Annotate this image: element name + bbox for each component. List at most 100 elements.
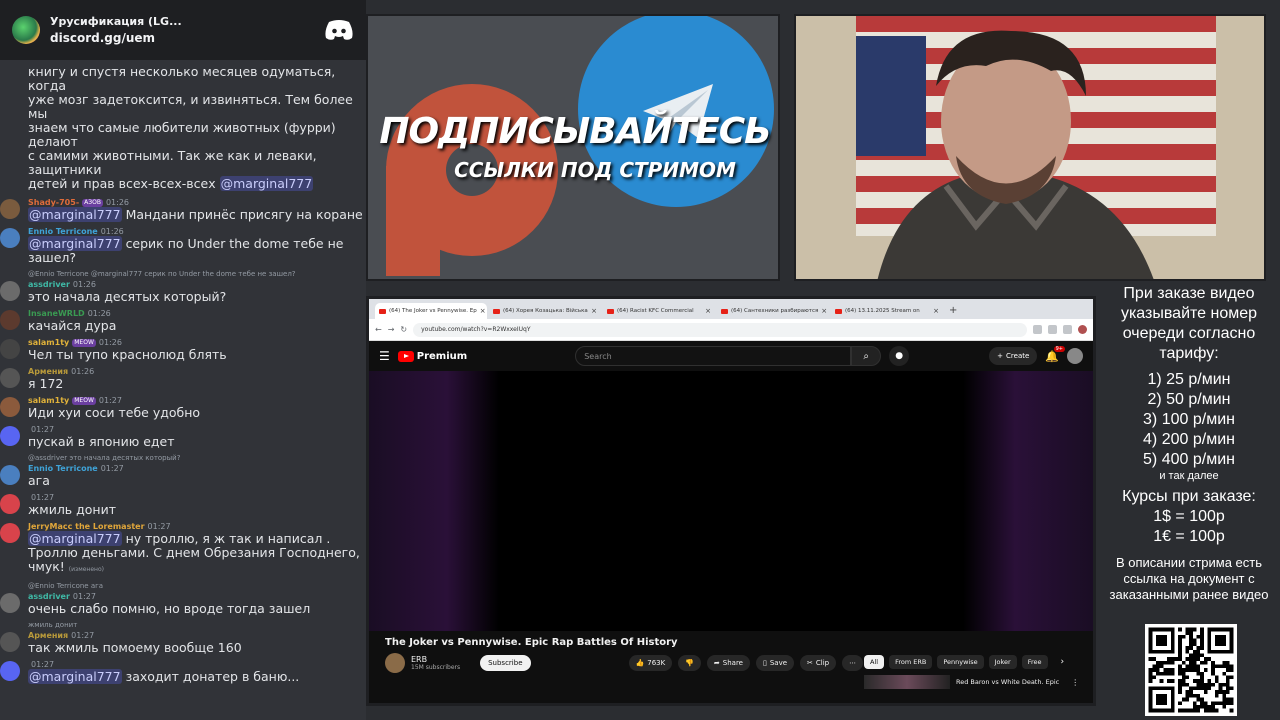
tab-kfc[interactable]: (64) Racist KFC Commercial × <box>603 303 715 319</box>
message-text: жмиль донит <box>28 502 117 517</box>
chip-all[interactable]: All <box>864 655 885 669</box>
dislike-button[interactable]: 👎 <box>678 655 701 671</box>
message-text: заходит донатер в баню... <box>125 669 300 684</box>
webcam-feed <box>794 14 1266 281</box>
banner-subline: ССЫЛКИ ПОД СТРИМОМ <box>454 158 736 182</box>
user-mention[interactable]: @marginal777 <box>28 531 122 546</box>
close-tab-icon[interactable]: × <box>480 307 486 315</box>
reply-mention[interactable]: @marginal777 <box>91 270 142 278</box>
back-icon[interactable]: ← <box>375 325 382 334</box>
user-mention[interactable]: @marginal777 <box>219 176 314 191</box>
hamburger-menu-icon[interactable]: ☰ <box>379 349 390 363</box>
channel-avatar[interactable] <box>385 653 405 673</box>
profile-icon[interactable] <box>1078 325 1087 334</box>
user-avatar[interactable] <box>0 281 20 301</box>
more-actions-icon[interactable]: ⋯ <box>842 655 864 671</box>
user-mention[interactable]: @marginal777 <box>28 236 122 251</box>
tab-horeia[interactable]: (64) Хорея Козацька: Війська × <box>489 303 601 319</box>
clip-button[interactable]: ✂ Clip <box>800 655 837 671</box>
user-avatar[interactable] <box>0 523 20 543</box>
user-avatar[interactable] <box>0 632 20 652</box>
chevron-right-icon[interactable]: › <box>1061 657 1065 667</box>
more-options-icon[interactable]: ⋮ <box>1071 678 1079 687</box>
user-avatar[interactable] <box>0 426 20 446</box>
account-avatar[interactable] <box>1067 348 1083 364</box>
video-player[interactable] <box>369 371 1093 631</box>
user-avatar[interactable] <box>0 368 20 388</box>
user-mention[interactable]: @marginal777 <box>28 207 122 222</box>
user-avatar[interactable] <box>0 339 20 359</box>
chip-pennywise[interactable]: Pennywise <box>937 655 984 669</box>
user-avatar[interactable] <box>0 310 20 330</box>
chat-message: @assdriver это начала десятых который? En… <box>0 453 366 488</box>
rates-title: Курсы при заказе: <box>1122 488 1256 505</box>
tab-stream[interactable]: (64) 13.11.2025 Stream on × <box>831 303 943 319</box>
invite-link[interactable]: discord.gg/uem <box>50 31 324 45</box>
close-tab-icon[interactable]: × <box>821 307 827 315</box>
chat-message: salam1ty MEOW 01:26 Чел ты тупо краснолюд б… <box>0 337 366 362</box>
extension-icon[interactable] <box>1033 325 1042 334</box>
user-avatar[interactable] <box>0 199 20 219</box>
stream-layout: Урусификация (LG... discord.gg/uem книгу… <box>0 0 1280 720</box>
user-avatar[interactable] <box>0 494 20 514</box>
chip-free[interactable]: Free <box>1021 655 1048 669</box>
user-avatar[interactable] <box>0 397 20 417</box>
chat-message-list: книгу и спустя несколько месяцев одумать… <box>0 48 366 688</box>
tab-title: (64) 13.11.2025 Stream on <box>845 308 920 314</box>
tab-joker-pennywise[interactable]: (64) The Joker vs Pennywise. Ep × <box>375 303 487 319</box>
channel-name[interactable]: ERB <box>411 655 460 664</box>
notifications-bell-icon[interactable]: 🔔 9+ <box>1045 345 1065 363</box>
message-text: Чел ты тупо краснолюд блять <box>28 347 227 362</box>
timestamp: 01:26 <box>71 367 95 376</box>
share-button[interactable]: ➦ Share <box>706 655 750 671</box>
chip-from-erb[interactable]: From ERB <box>889 655 933 669</box>
extension-icon[interactable] <box>1048 325 1057 334</box>
video-thumbnail[interactable] <box>864 675 950 689</box>
search-input[interactable]: Search <box>575 346 852 366</box>
recommended-video[interactable]: Red Baron vs White Death. Epic ⋮ <box>864 675 1079 689</box>
subscribe-button[interactable]: Subscribe <box>480 655 531 671</box>
chip-joker[interactable]: Joker <box>988 655 1017 669</box>
message-body: @marginal777 заходит донатер в баню... <box>28 669 366 684</box>
discord-invite-banner[interactable]: Урусификация (LG... discord.gg/uem <box>0 0 366 60</box>
save-button[interactable]: ▯ Save <box>755 655 795 671</box>
reply-user[interactable]: @Ennio Terricone <box>28 582 89 590</box>
user-avatar[interactable] <box>0 465 20 485</box>
message-body: ага <box>28 474 366 488</box>
user-avatar[interactable] <box>0 593 20 613</box>
user-mention[interactable]: @marginal777 <box>28 669 122 684</box>
close-tab-icon[interactable]: × <box>933 307 939 315</box>
thumbs-down-icon: 👎 <box>685 659 694 667</box>
reply-user[interactable]: @assdriver <box>28 454 67 462</box>
qr-code <box>1145 624 1237 716</box>
reply-preview[interactable]: @Ennio Terricone @marginal777 серик по U… <box>28 269 366 279</box>
extension-icon[interactable] <box>1063 325 1072 334</box>
close-tab-icon[interactable]: × <box>591 307 597 315</box>
user-avatar[interactable] <box>0 228 20 248</box>
reply-preview[interactable]: жмиль донит <box>28 620 366 630</box>
recommended-title[interactable]: Red Baron vs White Death. Epic <box>956 678 1059 686</box>
forward-icon[interactable]: → <box>388 325 395 334</box>
timestamp: 01:27 <box>100 464 124 473</box>
search-button[interactable]: ⌕ <box>851 346 882 366</box>
url-input[interactable]: youtube.com/watch?v=R2WxxeIUqY <box>413 322 1027 337</box>
reply-user[interactable]: @Ennio Terricone <box>28 270 89 278</box>
voice-search-icon[interactable]: ● <box>889 346 910 366</box>
reply-preview[interactable]: @assdriver это начала десятых который? <box>28 453 366 463</box>
create-button[interactable]: + Create <box>989 347 1038 365</box>
message-line: уже мозг задетоксится, и извиняться. Тем… <box>28 92 353 121</box>
new-tab-icon[interactable]: + <box>945 305 961 319</box>
search-icon: ⌕ <box>863 350 869 362</box>
like-count: 763K <box>647 659 666 667</box>
user-avatar[interactable] <box>0 661 20 681</box>
message-body: @marginal777 серик по Under the dome теб… <box>28 236 366 265</box>
reload-icon[interactable]: ↻ <box>400 325 407 334</box>
message-text: это начала десятых который? <box>28 289 227 304</box>
tab-plumbers[interactable]: (64) Сантехники разбираются × <box>717 303 829 319</box>
like-button[interactable]: 👍 763K <box>628 655 673 671</box>
tab-title: (64) Сантехники разбираются <box>731 308 819 314</box>
youtube-logo[interactable]: Premium <box>397 350 467 362</box>
reply-preview[interactable]: @Ennio Terricone ага <box>28 581 366 591</box>
tier-list: 1) 25 р/мин 2) 50 р/мин 3) 100 р/мин 4) … <box>1098 370 1280 470</box>
close-tab-icon[interactable]: × <box>705 307 711 315</box>
